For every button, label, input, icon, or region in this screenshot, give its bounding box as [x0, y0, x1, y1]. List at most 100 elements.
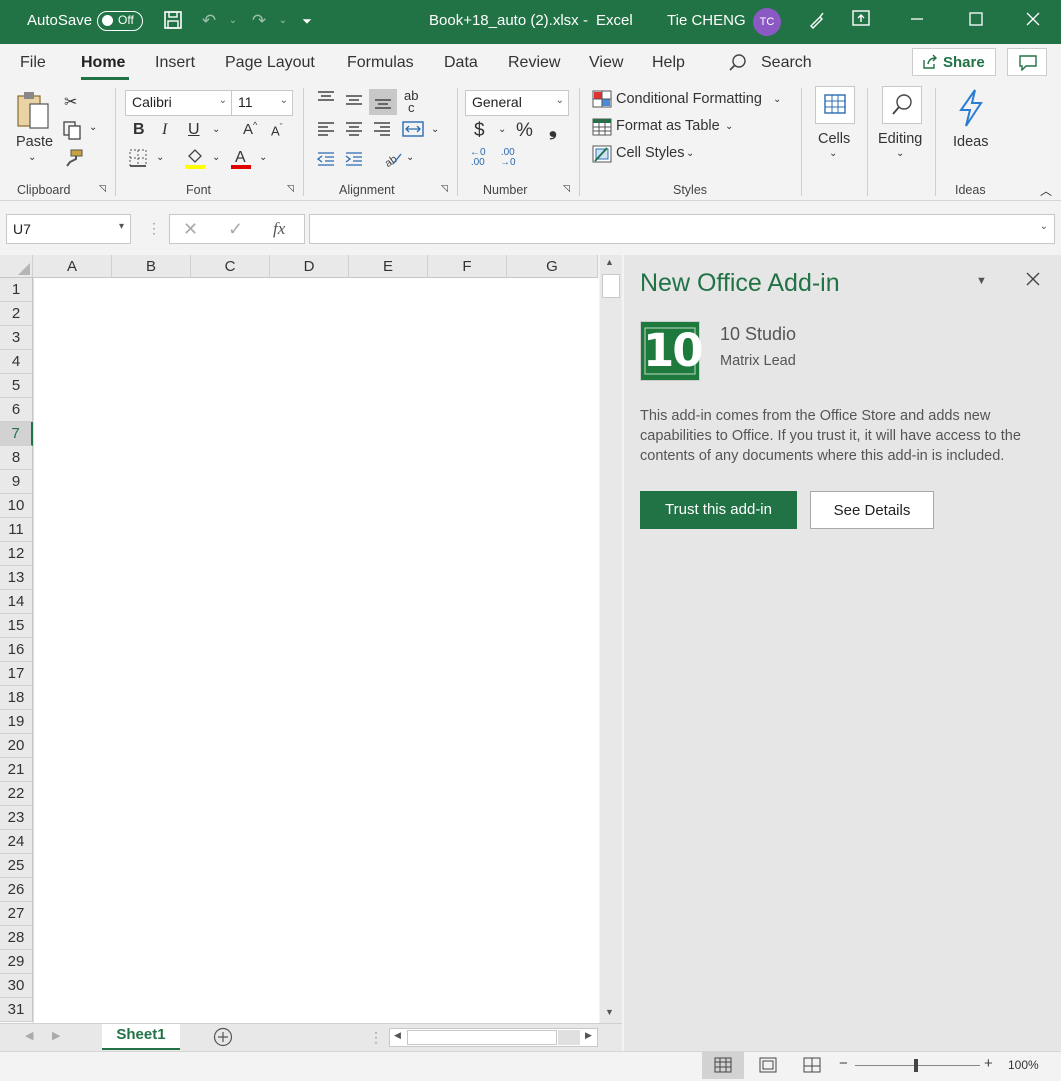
paste-button[interactable]: Paste [16, 134, 53, 150]
format-table-dropdown-icon[interactable]: ⌄ [725, 121, 733, 132]
font-launcher-icon[interactable]: ◹ [287, 183, 294, 194]
tab-home[interactable]: Home [81, 54, 125, 72]
row-header[interactable]: 9 [0, 470, 33, 494]
pane-options-icon[interactable]: ▼ [976, 275, 987, 287]
lightning-icon[interactable] [955, 88, 987, 133]
h-scroll-track[interactable] [558, 1030, 580, 1045]
row-header[interactable]: 28 [0, 926, 33, 950]
row-header[interactable]: 20 [0, 734, 33, 758]
currency-button[interactable]: $ [474, 120, 485, 142]
save-icon[interactable] [162, 10, 184, 32]
format-painter-icon[interactable] [64, 148, 84, 173]
merge-dropdown-icon[interactable]: ⌄ [431, 124, 439, 135]
prev-sheet-icon[interactable]: ◀ [25, 1029, 33, 1042]
conditional-dropdown-icon[interactable]: ⌄ [773, 94, 781, 105]
font-size-select[interactable]: 11 ⌄ [231, 90, 293, 116]
split-handle-icon[interactable]: ⋮ [369, 1029, 383, 1046]
row-header[interactable]: 17 [0, 662, 33, 686]
cells-icon[interactable] [815, 86, 855, 124]
customize-toolbar-icon[interactable]: ⏷ [296, 10, 318, 32]
tab-formulas[interactable]: Formulas [347, 54, 414, 72]
editing-icon[interactable] [882, 86, 922, 124]
tab-view[interactable]: View [589, 54, 623, 72]
user-name[interactable]: Tie CHENG [667, 12, 746, 29]
cancel-icon[interactable]: ✕ [183, 219, 198, 240]
cell-styles-button[interactable]: Cell Styles [616, 145, 685, 161]
tab-review[interactable]: Review [508, 54, 560, 72]
row-header[interactable]: 26 [0, 878, 33, 902]
number-launcher-icon[interactable]: ◹ [563, 183, 570, 194]
row-header[interactable]: 24 [0, 830, 33, 854]
decrease-indent-icon[interactable] [316, 150, 336, 173]
increase-decimal-icon[interactable]: ←0.00 [470, 148, 486, 168]
row-header[interactable]: 23 [0, 806, 33, 830]
align-bottom-icon[interactable] [369, 89, 397, 115]
scroll-down-icon[interactable]: ▼ [605, 1007, 614, 1017]
decrease-font-icon[interactable]: Aˇ [271, 122, 283, 138]
enter-icon[interactable]: ✓ [228, 219, 243, 240]
scroll-thumb[interactable] [602, 274, 620, 298]
font-color-icon[interactable]: A [230, 146, 252, 175]
column-header[interactable]: G [507, 255, 598, 278]
borders-dropdown-icon[interactable]: ⌄ [156, 152, 164, 163]
row-header[interactable]: 30 [0, 974, 33, 998]
cell-styles-icon[interactable] [592, 145, 612, 168]
cells-button[interactable]: Cells [818, 131, 850, 147]
next-sheet-icon[interactable]: ▶ [52, 1029, 60, 1042]
tab-page-layout[interactable]: Page Layout [225, 54, 315, 72]
orientation-dropdown-icon[interactable]: ⌄ [406, 152, 414, 163]
page-layout-view-icon[interactable] [759, 1057, 777, 1076]
row-header[interactable]: 1 [0, 278, 33, 302]
row-header[interactable]: 13 [0, 566, 33, 590]
row-header[interactable]: 19 [0, 710, 33, 734]
normal-view-button[interactable] [702, 1052, 744, 1079]
undo-icon[interactable]: ↶ [198, 10, 220, 32]
editing-dropdown-icon[interactable]: ⌄ [896, 148, 904, 159]
row-header[interactable]: 25 [0, 854, 33, 878]
spreadsheet-grid[interactable]: ABCDEFG 1 2 3 4 5 6 7 8 9 10 11 12 13 14 15 16 17 18 19 20 2… [0, 255, 599, 1023]
font-name-select[interactable]: Calibri ⌄ [125, 90, 232, 116]
column-header[interactable]: D [270, 255, 349, 278]
align-center-icon[interactable] [344, 120, 364, 143]
tab-file[interactable]: File [20, 54, 46, 72]
column-header[interactable]: B [112, 255, 191, 278]
collapse-ribbon-icon[interactable]: ︿ [1040, 182, 1052, 199]
fill-color-dropdown-icon[interactable]: ⌄ [212, 152, 220, 163]
formula-input[interactable]: ⌄ [309, 214, 1055, 244]
align-top-icon[interactable] [316, 90, 336, 113]
zoom-level[interactable]: 100% [1008, 1058, 1039, 1072]
percent-button[interactable]: % [516, 120, 533, 142]
row-header[interactable]: 18 [0, 686, 33, 710]
row-header[interactable]: 3 [0, 326, 33, 350]
scroll-left-icon[interactable]: ◀ [394, 1030, 401, 1041]
tab-help[interactable]: Help [652, 54, 685, 72]
comments-button[interactable] [1007, 48, 1047, 76]
paste-dropdown-icon[interactable]: ⌄ [28, 152, 36, 163]
increase-font-icon[interactable]: A^ [243, 120, 257, 138]
h-scroll-thumb[interactable] [407, 1030, 557, 1045]
conditional-formatting-icon[interactable] [592, 90, 612, 113]
share-button[interactable]: Share [912, 48, 996, 76]
search-icon[interactable] [728, 53, 748, 76]
italic-button[interactable]: I [162, 121, 167, 139]
underline-dropdown-icon[interactable]: ⌄ [212, 124, 220, 135]
expand-formula-icon[interactable]: ⌄ [1040, 221, 1048, 232]
row-header[interactable]: 7 [0, 422, 33, 446]
align-right-icon[interactable] [372, 120, 392, 143]
font-color-dropdown-icon[interactable]: ⌄ [259, 152, 267, 163]
scroll-up-icon[interactable]: ▲ [605, 257, 614, 267]
autosave-toggle[interactable]: Off [97, 11, 143, 31]
row-header[interactable]: 5 [0, 374, 33, 398]
insert-function-button[interactable]: fx [273, 219, 285, 239]
row-header[interactable]: 16 [0, 638, 33, 662]
tab-data[interactable]: Data [444, 54, 478, 72]
number-format-select[interactable]: General ⌄ [465, 90, 569, 116]
fill-color-icon[interactable] [184, 146, 206, 175]
undo-dropdown-icon[interactable]: ⌄ [222, 10, 244, 32]
bold-button[interactable]: B [133, 121, 145, 139]
row-header[interactable]: 15 [0, 614, 33, 638]
row-header[interactable]: 2 [0, 302, 33, 326]
pen-icon[interactable] [806, 10, 828, 32]
cell-area[interactable] [33, 278, 599, 1023]
select-all-button[interactable] [0, 255, 33, 278]
